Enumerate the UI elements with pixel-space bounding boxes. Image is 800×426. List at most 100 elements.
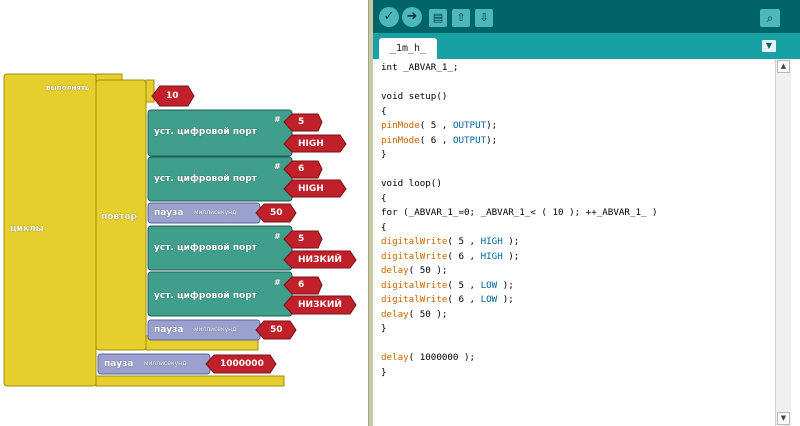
arrow-right-icon[interactable]: ➜ bbox=[402, 7, 422, 27]
pin-value[interactable]: 5 bbox=[298, 117, 304, 127]
delay-value[interactable]: 50 bbox=[270, 325, 283, 335]
magnifier-icon[interactable]: ⌕ bbox=[760, 9, 780, 27]
pin-hash-label: # bbox=[274, 278, 281, 287]
code-token: { bbox=[381, 192, 387, 204]
pin-hash-label: # bbox=[274, 232, 281, 241]
code-editor[interactable]: int _ABVAR_1_; void setup(){pinMode( 5 ,… bbox=[373, 59, 773, 426]
code-token: void loop() bbox=[381, 178, 442, 189]
code-token: } bbox=[381, 149, 387, 160]
code-token: LOW bbox=[480, 279, 498, 291]
open-file-icon[interactable]: ⇧ bbox=[452, 9, 470, 27]
save-file-icon[interactable]: ⇩ bbox=[475, 9, 493, 27]
code-token: digitalWrite bbox=[381, 279, 448, 291]
block-canvas[interactable]: выполнять циклы повтор 10 уст. цифровой … bbox=[0, 0, 370, 426]
code-token: ( 1000000 ); bbox=[408, 352, 476, 363]
code-line[interactable]: } bbox=[381, 366, 658, 381]
code-line[interactable] bbox=[381, 76, 658, 91]
code-token: delay bbox=[381, 308, 409, 320]
code-token: ); bbox=[497, 279, 514, 291]
code-token: ( 6 , bbox=[447, 250, 481, 262]
code-line[interactable]: void loop() bbox=[381, 177, 658, 192]
code-line[interactable]: delay( 50 ); bbox=[381, 308, 658, 323]
ide-tabbar: _1m_h_ ▼ bbox=[373, 33, 800, 59]
code-line[interactable]: digitalWrite( 5 , HIGH ); bbox=[381, 235, 658, 250]
code-token: ( 50 ); bbox=[408, 308, 448, 320]
code-token: ( 6 , bbox=[419, 134, 453, 146]
digital-write-label: уст. цифровой порт bbox=[154, 127, 257, 137]
repeat-block-label: повтор bbox=[101, 212, 137, 222]
new-file-icon[interactable]: ▤ bbox=[429, 9, 447, 27]
delay-label: пауза bbox=[154, 325, 184, 335]
code-token: ( 5 , bbox=[419, 120, 453, 131]
code-token: ( 5 , bbox=[447, 236, 481, 247]
code-line[interactable]: for (_ABVAR_1_=0; _ABVAR_1_< ( 10 ); ++_… bbox=[381, 206, 658, 221]
code-token: delay bbox=[381, 352, 409, 363]
arduino-ide: ✓ ➜ ▤ ⇧ ⇩ ⌕ _1m_h_ ▼ int _ABVAR_1_; void… bbox=[373, 0, 800, 426]
delay-value[interactable]: 1000000 bbox=[220, 359, 264, 369]
scroll-up-arrow-icon[interactable]: ▲ bbox=[777, 60, 790, 73]
delay-value[interactable]: 50 bbox=[270, 208, 283, 218]
code-token: ( 50 ); bbox=[408, 265, 448, 276]
code-token: { bbox=[381, 221, 387, 233]
pin-hash-label: # bbox=[274, 162, 281, 171]
code-line[interactable]: } bbox=[381, 322, 658, 337]
code-line[interactable]: pinMode( 6 , OUTPUT); bbox=[381, 134, 658, 149]
code-token: ); bbox=[502, 250, 520, 262]
digital-write-label: уст. цифровой порт bbox=[154, 243, 257, 253]
code-line[interactable]: pinMode( 5 , OUTPUT); bbox=[381, 119, 658, 134]
state-value[interactable]: HIGH bbox=[298, 184, 324, 194]
code-line[interactable]: { bbox=[381, 192, 658, 207]
code-token: ( 5 , bbox=[447, 279, 481, 291]
ide-toolbar: ✓ ➜ ▤ ⇧ ⇩ ⌕ bbox=[373, 0, 800, 33]
code-line[interactable]: { bbox=[381, 105, 658, 120]
digital-write-label: уст. цифровой порт bbox=[154, 174, 257, 184]
code-line[interactable]: delay( 50 ); bbox=[381, 264, 658, 279]
delay-unit-label: миллисекунд bbox=[194, 209, 237, 216]
code-line[interactable] bbox=[381, 337, 658, 352]
code-line[interactable]: } bbox=[381, 148, 658, 163]
code-line[interactable]: void setup() bbox=[381, 90, 658, 105]
code-token: delay bbox=[381, 265, 409, 276]
loop-block-title: выполнять bbox=[46, 84, 90, 92]
code-token: for (_ABVAR_1_=0; _ABVAR_1_< ( 10 ); ++_… bbox=[381, 207, 658, 218]
code-token: LOW bbox=[480, 294, 498, 305]
code-token: pinMode bbox=[381, 134, 420, 146]
code-token: digitalWrite bbox=[381, 250, 448, 262]
state-value[interactable]: HIGH bbox=[298, 139, 324, 149]
code-token: OUTPUT bbox=[452, 134, 487, 146]
code-line[interactable]: digitalWrite( 5 , LOW ); bbox=[381, 279, 658, 294]
code-token: pinMode bbox=[381, 120, 420, 131]
code-line[interactable]: int _ABVAR_1_; bbox=[381, 61, 658, 76]
code-line[interactable] bbox=[381, 163, 658, 178]
scroll-down-arrow-icon[interactable]: ▼ bbox=[777, 412, 790, 425]
digital-write-label: уст. цифровой порт bbox=[154, 291, 257, 301]
code-line[interactable]: digitalWrite( 6 , HIGH ); bbox=[381, 250, 658, 265]
pin-value[interactable]: 6 bbox=[298, 280, 304, 290]
sketch-tab[interactable]: _1m_h_ bbox=[379, 38, 437, 59]
editor-right-edge bbox=[792, 59, 800, 426]
code-token: void setup() bbox=[381, 91, 448, 102]
code-token: digitalWrite bbox=[381, 294, 448, 305]
code-token: int _ABVAR_1_; bbox=[381, 62, 459, 73]
code-token: HIGH bbox=[480, 236, 503, 247]
code-text[interactable]: int _ABVAR_1_; void setup(){pinMode( 5 ,… bbox=[381, 61, 658, 380]
editor-scrollbar[interactable]: ▲ ▼ bbox=[775, 59, 791, 426]
state-value[interactable]: НИЗКИЙ bbox=[298, 300, 342, 310]
tab-menu-arrow-icon[interactable]: ▼ bbox=[762, 40, 776, 52]
code-token: ( 6 , bbox=[447, 294, 481, 305]
pin-value[interactable]: 5 bbox=[298, 234, 304, 244]
code-token: ); bbox=[502, 236, 520, 247]
code-token: digitalWrite bbox=[381, 236, 448, 247]
code-token: ); bbox=[486, 120, 498, 131]
code-line[interactable]: digitalWrite( 6 , LOW ); bbox=[381, 293, 658, 308]
code-line[interactable]: { bbox=[381, 221, 658, 236]
code-line[interactable]: delay( 1000000 ); bbox=[381, 351, 658, 366]
state-value[interactable]: НИЗКИЙ bbox=[298, 255, 342, 265]
delay-label: пауза bbox=[104, 359, 134, 369]
code-token: OUTPUT bbox=[452, 120, 487, 131]
checkmark-icon[interactable]: ✓ bbox=[379, 7, 399, 27]
code-token: } bbox=[381, 323, 387, 334]
pin-value[interactable]: 6 bbox=[298, 164, 304, 174]
loop-block-label: циклы bbox=[10, 224, 44, 234]
repeat-count-value[interactable]: 10 bbox=[166, 91, 179, 101]
